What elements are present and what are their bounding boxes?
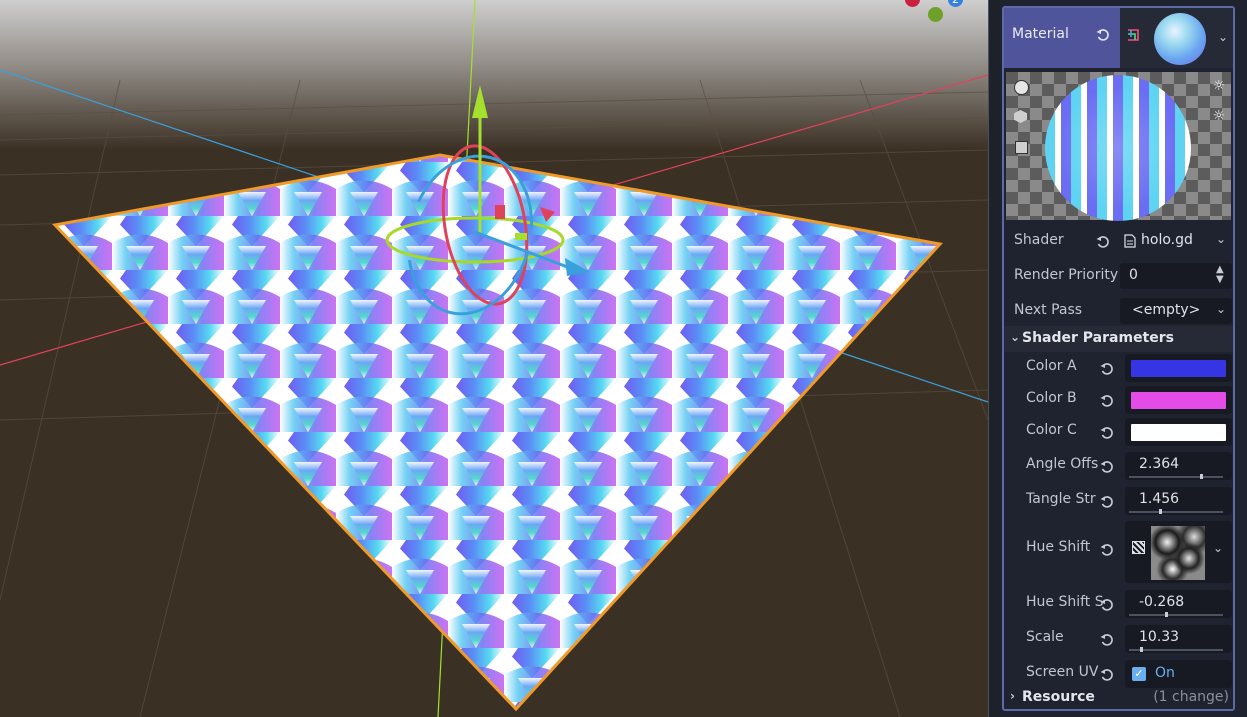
resource-title: Resource — [1022, 689, 1095, 705]
color-b-reset-icon[interactable] — [1100, 394, 1114, 408]
material-property-frame: Material ⌄ ☼ ☼ Shader holo.gd ⌄ Render P… — [1002, 6, 1235, 711]
screen-uv-reset-icon[interactable] — [1100, 668, 1114, 682]
scale-reset-icon[interactable] — [1100, 633, 1114, 647]
chevron-down-icon[interactable]: ⌄ — [1216, 302, 1226, 316]
angle-offs-track — [1129, 476, 1223, 478]
hue-shift-row: Hue Shift ⌄ — [1004, 519, 1233, 585]
hue-shift-texture-picker[interactable]: ⌄ — [1125, 521, 1232, 583]
color-c-swatch — [1131, 424, 1226, 441]
color-a-swatch — [1131, 360, 1226, 377]
next-pass-value: <empty> — [1132, 302, 1201, 318]
sphere-preview-icon[interactable] — [1014, 80, 1029, 95]
shader-parameters-section[interactable]: ⌄ Shader Parameters — [1004, 326, 1233, 352]
scale-value: 10.33 — [1139, 629, 1180, 645]
angle-offs-handle[interactable] — [1200, 474, 1204, 479]
tangle-str-label: Tangle Str — [1026, 491, 1096, 507]
color-a-reset-icon[interactable] — [1100, 362, 1114, 376]
scale-slider[interactable]: 10.33 — [1125, 625, 1232, 653]
render-priority-row: Render Priority 0 ▲ ▼ — [1004, 261, 1233, 291]
plane-preview-icon[interactable] — [1015, 141, 1028, 154]
hue-shift-s-slider[interactable]: -0.268 — [1125, 590, 1232, 618]
color-c-reset-icon[interactable] — [1100, 426, 1114, 440]
noise-texture-thumbnail[interactable] — [1151, 526, 1205, 580]
inspector-panel: Material ⌄ ☼ ☼ Shader holo.gd ⌄ Render P… — [1000, 0, 1247, 717]
scale-row: Scale 10.33 — [1004, 623, 1233, 655]
resource-change-note: (1 change) — [1153, 689, 1229, 705]
screen-uv-value: On — [1155, 665, 1175, 681]
scale-label: Scale — [1026, 629, 1064, 645]
material-resource-icon — [1128, 29, 1139, 41]
color-b-swatch — [1131, 392, 1226, 409]
next-pass-picker[interactable]: <empty> ⌄ — [1120, 298, 1232, 324]
screen-uv-row: Screen UV ✓ On — [1004, 658, 1233, 690]
tangle-str-value: 1.456 — [1139, 491, 1180, 507]
shader-row: Shader holo.gd ⌄ — [1004, 226, 1233, 256]
angle-offs-value: 2.364 — [1139, 456, 1180, 472]
tangle-str-slider[interactable]: 1.456 — [1125, 487, 1232, 515]
hue-shift-s-value: -0.268 — [1139, 594, 1185, 610]
hue-shift-s-reset-icon[interactable] — [1100, 598, 1114, 612]
angle-offs-slider[interactable]: 2.364 — [1125, 452, 1232, 480]
scale-handle[interactable] — [1140, 647, 1144, 652]
hue-shift-s-row: Hue Shift S -0.268 — [1004, 588, 1233, 620]
color-c-row: Color C — [1004, 416, 1233, 448]
chevron-down-icon[interactable]: ⌄ — [1218, 30, 1228, 44]
chevron-down-icon[interactable]: ⌄ — [1213, 541, 1223, 555]
render-priority-label: Render Priority — [1014, 267, 1119, 283]
material-property-header[interactable]: Material — [1004, 8, 1120, 68]
hue-shift-label: Hue Shift — [1026, 539, 1091, 555]
color-a-label: Color A — [1026, 358, 1077, 374]
chevron-down-icon[interactable]: ⌄ — [1216, 232, 1226, 246]
angle-offs-row: Angle Offs 2.364 — [1004, 450, 1233, 482]
light-one-icon[interactable]: ☼ — [1212, 78, 1225, 94]
screen-uv-checkbox[interactable]: ✓ On — [1125, 660, 1232, 688]
color-a-row: Color A — [1004, 352, 1233, 384]
hue-shift-s-track — [1129, 614, 1223, 616]
viewport-scene[interactable] — [0, 0, 988, 717]
noise-texture-icon — [1132, 541, 1145, 554]
chevron-right-icon: › — [1010, 689, 1015, 703]
hue-shift-s-label: Hue Shift S — [1026, 594, 1104, 610]
screen-uv-label: Screen UV — [1026, 664, 1099, 680]
render-priority-spinbox[interactable]: 0 ▲ ▼ — [1120, 263, 1232, 289]
tangle-str-row: Tangle Str 1.456 — [1004, 485, 1233, 517]
next-pass-label: Next Pass — [1014, 302, 1083, 318]
color-c-label: Color C — [1026, 422, 1077, 438]
color-b-picker[interactable] — [1125, 386, 1232, 414]
shader-picker[interactable]: holo.gd ⌄ — [1120, 228, 1232, 254]
checkbox-checked-icon: ✓ — [1132, 667, 1146, 681]
material-preview[interactable]: ☼ ☼ — [1006, 72, 1231, 221]
preview-sphere — [1045, 75, 1191, 221]
hue-shift-s-handle[interactable] — [1164, 612, 1168, 617]
tangle-str-reset-icon[interactable] — [1100, 495, 1114, 509]
color-c-picker[interactable] — [1125, 418, 1232, 446]
light-two-icon[interactable]: ☼ — [1212, 108, 1225, 124]
chevron-down-icon: ⌄ — [1010, 330, 1021, 344]
color-b-label: Color B — [1026, 390, 1077, 406]
color-a-picker[interactable] — [1125, 354, 1232, 382]
angle-offs-label: Angle Offs — [1026, 456, 1099, 472]
script-file-icon — [1124, 234, 1136, 248]
reset-icon[interactable] — [1096, 28, 1110, 42]
3d-viewport[interactable]: 2 — [0, 0, 989, 717]
material-thumbnail[interactable] — [1154, 13, 1206, 65]
tangle-str-handle[interactable] — [1159, 509, 1163, 514]
axis-y-dot[interactable] — [928, 7, 943, 22]
shader-value: holo.gd — [1141, 232, 1193, 248]
color-b-row: Color B — [1004, 384, 1233, 416]
tangle-str-track — [1129, 511, 1223, 513]
material-resource-picker[interactable]: ⌄ — [1120, 8, 1233, 68]
shader-parameters-title: Shader Parameters — [1022, 330, 1174, 346]
angle-offs-reset-icon[interactable] — [1100, 460, 1114, 474]
hue-shift-reset-icon[interactable] — [1100, 543, 1114, 557]
material-label: Material — [1012, 26, 1069, 42]
render-priority-value: 0 — [1129, 267, 1138, 283]
resource-section[interactable]: › Resource (1 change) — [1004, 687, 1233, 709]
spin-arrows-icon[interactable]: ▲ ▼ — [1216, 265, 1224, 285]
shader-label: Shader — [1014, 232, 1064, 248]
next-pass-row: Next Pass <empty> ⌄ — [1004, 296, 1233, 326]
shader-reset-icon[interactable] — [1096, 235, 1110, 249]
